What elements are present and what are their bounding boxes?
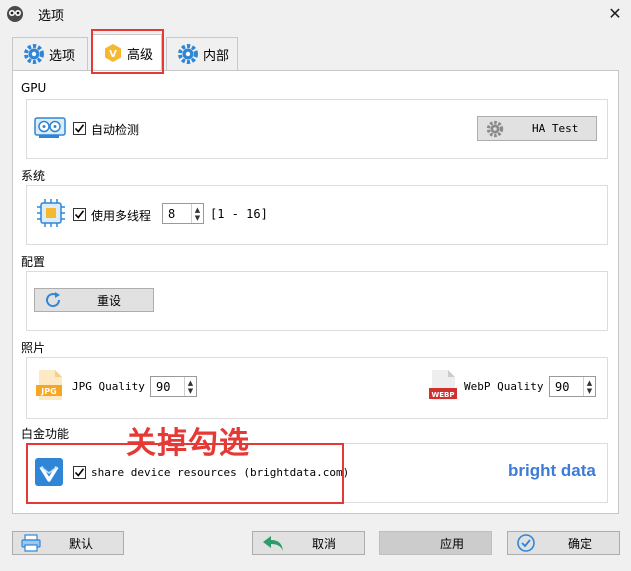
gear-icon — [24, 44, 44, 64]
title-bar: 选项 ✕ — [0, 0, 631, 28]
ha-test-label: HA Test — [532, 122, 579, 135]
spinner-arrows-icon[interactable]: ▲ ▼ — [583, 377, 595, 396]
platinum-section-label: 白金功能 — [21, 427, 70, 441]
close-icon: ✕ — [608, 4, 622, 23]
checkmark-icon — [74, 124, 85, 133]
jpg-quality-label: JPG Quality — [72, 380, 145, 393]
threads-spinbox[interactable]: 8 ▲ ▼ — [162, 203, 204, 224]
reset-label: 重设 — [97, 293, 122, 308]
spinner-arrows-icon[interactable]: ▲ ▼ — [184, 377, 196, 396]
printer-icon — [21, 534, 41, 552]
app-logo-icon — [7, 6, 23, 22]
webp-quality-label: WebP Quality — [464, 380, 544, 393]
tab-options-label: 选项 — [49, 48, 76, 64]
threads-range: [1 - 16] — [210, 207, 268, 221]
cancel-label: 取消 — [312, 536, 337, 551]
gear-icon — [178, 44, 198, 64]
brightdata-logo: bright data — [508, 461, 596, 480]
ha-test-button[interactable]: HA Test — [477, 116, 597, 141]
gpu-section-label: GPU — [21, 81, 47, 95]
ok-label: 确定 — [568, 536, 593, 551]
jpg-icon-text: JPG — [40, 387, 56, 396]
auto-detect-label: 自动检测 — [91, 123, 140, 137]
jpg-quality-value: 90 — [156, 379, 171, 394]
spinner-arrows-icon[interactable]: ▲ ▼ — [191, 204, 203, 223]
cancel-button[interactable]: 取消 — [252, 531, 365, 555]
jpg-quality-spinbox[interactable]: 90 ▲ ▼ — [150, 376, 197, 397]
apply-label: 应用 — [440, 536, 465, 551]
ok-button[interactable]: 确定 — [507, 531, 620, 555]
cpu-chip-icon — [37, 199, 65, 227]
tab-internal[interactable]: 内部 — [166, 37, 238, 70]
webp-icon-text: WEBP — [432, 391, 455, 399]
gear-icon — [486, 120, 504, 137]
checkmark-icon — [74, 210, 85, 219]
config-section-label: 配置 — [21, 255, 46, 269]
jpg-file-icon: JPG — [36, 370, 62, 400]
check-circle-icon — [517, 534, 535, 552]
webp-quality-value: 90 — [555, 379, 570, 394]
apply-button[interactable]: 应用 — [379, 531, 492, 555]
multithread-label: 使用多线程 — [91, 209, 152, 223]
close-button[interactable]: ✕ — [604, 3, 626, 25]
refresh-icon — [46, 292, 61, 308]
default-label: 默认 — [69, 536, 94, 551]
multithread-checkbox[interactable] — [73, 208, 86, 221]
undo-arrow-icon — [263, 536, 283, 551]
tab-options[interactable]: 选项 — [12, 37, 88, 70]
system-section-label: 系统 — [21, 169, 46, 183]
window-title: 选项 — [38, 9, 65, 24]
default-button[interactable]: 默认 — [12, 531, 124, 555]
tab-internal-label: 内部 — [203, 48, 230, 64]
webp-file-icon: WEBP — [429, 370, 457, 400]
advanced-tab-highlight-box — [91, 29, 164, 74]
auto-detect-checkbox[interactable] — [73, 122, 86, 135]
webp-quality-spinbox[interactable]: 90 ▲ ▼ — [549, 376, 596, 397]
reset-button[interactable]: 重设 — [34, 288, 154, 312]
annotation-text: 关掉勾选 — [126, 426, 250, 461]
gpu-card-icon — [34, 117, 66, 138]
photo-section-label: 照片 — [21, 341, 46, 355]
threads-value: 8 — [168, 206, 176, 221]
